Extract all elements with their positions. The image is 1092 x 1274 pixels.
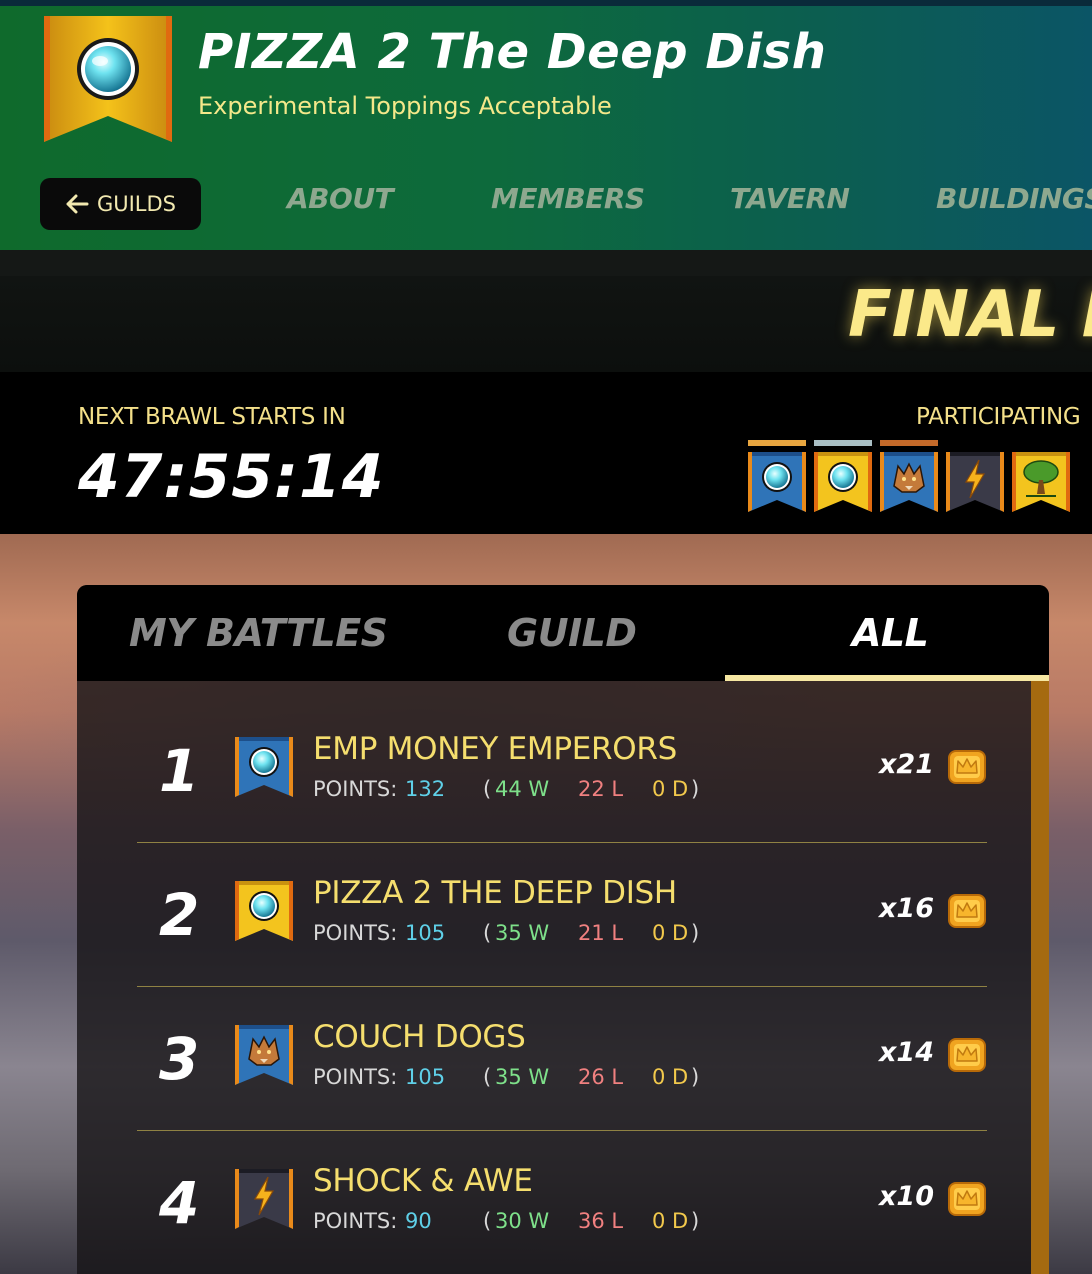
next-brawl-label: NEXT BRAWL STARTS IN [78,404,346,430]
participant-rank-bar [880,440,938,446]
open-paren: ( [483,921,492,945]
arrow-left-icon [66,194,89,214]
participant-guild-banner[interactable] [946,440,1004,514]
guild-name: SHOCK & AWE [313,1163,533,1199]
participant-rank-bar [748,440,806,446]
guild-name: EMP MONEY EMPERORS [313,731,677,767]
brawl-info: NEXT BRAWL STARTS IN 47:55:14 PARTICIPAT… [0,372,1092,534]
back-button-label: GUILDS [96,192,177,216]
guild-motto: Experimental Toppings Acceptable [198,92,612,120]
draws-value: 0 D [652,1209,689,1233]
wolf-icon [235,1025,293,1085]
tab-buildings[interactable]: BUILDINGS [936,182,1092,215]
points-label: POINTS: [313,777,398,801]
points-label: POINTS: [313,921,398,945]
tab-all[interactable]: ALL [852,611,929,655]
reward-multiplier: x21 [879,749,934,780]
tab-my-battles[interactable]: MY BATTLES [129,611,388,655]
draws-value: 0 D [652,921,689,945]
open-paren: ( [483,1065,492,1089]
guild-title: PIZZA 2 The Deep Dish [198,24,827,80]
guild-name: PIZZA 2 THE DEEP DISH [313,875,677,911]
losses-value: 36 L [578,1209,624,1233]
points-value: 132 [405,777,446,801]
guild-header: PIZZA 2 The Deep Dish Experimental Toppi… [0,0,1092,250]
wolf-icon [880,452,938,512]
rank-number: 4 [159,1169,200,1237]
result-row[interactable]: 3 COUCH DOGS POINTS: 105 ( 35 W 26 L 0 D… [137,987,987,1131]
tab-tavern[interactable]: TAVERN [730,182,850,215]
result-row[interactable]: 4 SHOCK & AWE POINTS: 90 ( 30 W 36 L 0 D… [137,1131,987,1274]
crown-reward-icon [948,1038,986,1072]
guild-banner-icon [44,16,172,142]
orb-icon [748,452,806,512]
points-value: 90 [405,1209,432,1233]
points-label: POINTS: [313,1209,398,1233]
close-paren: ) [691,777,700,801]
brawl-countdown: 47:55:14 [78,442,385,512]
wins-value: 30 W [495,1209,550,1233]
lightning-icon [946,452,1004,512]
active-tab-indicator [725,675,1049,681]
results-tabs: MY BATTLES GUILD ALL [77,585,1049,681]
participating-label: PARTICIPATING [916,404,1081,430]
reward-multiplier: x14 [879,1037,934,1068]
participant-rank-bar [814,440,872,446]
crown-reward-icon [948,1182,986,1216]
final-results-bar: FINAL RE [0,276,1092,372]
results-scrollbar[interactable] [1031,681,1049,1274]
back-to-guilds-button[interactable]: GUILDS [40,178,201,230]
orb-icon [814,452,872,512]
participant-guild-banner[interactable] [1012,440,1070,514]
draws-value: 0 D [652,777,689,801]
final-results-title: FINAL RE [848,278,1092,352]
result-row[interactable]: 2 PIZZA 2 THE DEEP DISH POINTS: 105 ( 35… [137,843,987,987]
guild-name: COUCH DOGS [313,1019,526,1055]
draws-value: 0 D [652,1065,689,1089]
lightning-icon [235,1169,293,1229]
participant-guild-banner[interactable] [814,440,872,514]
losses-value: 21 L [578,921,624,945]
participant-guild-banner[interactable] [748,440,806,514]
losses-value: 22 L [578,777,624,801]
rank-number: 3 [159,1025,200,1093]
tree-icon [1012,452,1070,512]
tab-guild[interactable]: GUILD [507,611,637,655]
crown-reward-icon [948,750,986,784]
wins-value: 35 W [495,1065,550,1089]
orb-icon [235,737,293,797]
close-paren: ) [691,1065,700,1089]
rank-number: 1 [159,737,200,805]
reward-multiplier: x10 [879,1181,934,1212]
orb-icon [235,881,293,941]
wins-value: 35 W [495,921,550,945]
losses-value: 26 L [578,1065,624,1089]
result-row[interactable]: 1 EMP MONEY EMPERORS POINTS: 132 ( 44 W … [137,699,987,843]
open-paren: ( [483,777,492,801]
points-value: 105 [405,1065,446,1089]
close-paren: ) [691,921,700,945]
participant-guild-banner[interactable] [880,440,938,514]
crown-reward-icon [948,894,986,928]
open-paren: ( [483,1209,492,1233]
points-label: POINTS: [313,1065,398,1089]
tab-members[interactable]: MEMBERS [491,182,645,215]
wins-value: 44 W [495,777,550,801]
close-paren: ) [691,1209,700,1233]
header-divider [0,250,1092,276]
reward-multiplier: x16 [879,893,934,924]
rank-number: 2 [159,881,200,949]
results-panel: MY BATTLES GUILD ALL 1 EMP MONEY EMPEROR… [77,585,1049,1274]
tab-about[interactable]: ABOUT [287,182,394,215]
points-value: 105 [405,921,446,945]
